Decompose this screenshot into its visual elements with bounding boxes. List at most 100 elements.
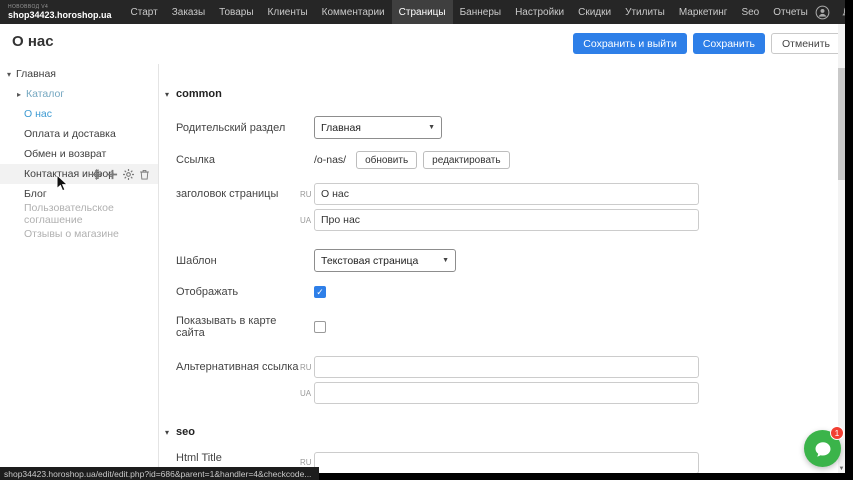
sidebar-item-user-agreement[interactable]: Пользовательское соглашение — [0, 204, 158, 224]
lang-ua-label: UA — [300, 389, 314, 398]
menu-banners[interactable]: Баннеры — [453, 0, 508, 24]
field-label: Альтернативная ссылка — [176, 361, 300, 373]
menu-marketing[interactable]: Маркетинг — [672, 0, 735, 24]
parent-section-select[interactable]: Главная ▼ — [314, 116, 442, 139]
caret-right-icon[interactable]: ▸ — [14, 90, 24, 99]
alt-link-ua-input[interactable] — [314, 382, 699, 404]
sidebar-item-payment-delivery[interactable]: Оплата и доставка — [0, 124, 158, 144]
sidebar-item-actions — [91, 164, 150, 184]
sidebar-item-exchange-return[interactable]: Обмен и возврат — [0, 144, 158, 164]
scrollbar-thumb[interactable] — [838, 68, 845, 180]
sidebar-item-label: Каталог — [26, 88, 64, 100]
section-seo-header[interactable]: ▾ seo — [165, 426, 838, 438]
section-title: common — [176, 88, 222, 100]
link-row: Ссылка /o-nas/ обновить редактировать — [176, 151, 838, 169]
sitemap-row: Показывать в карте сайта — [176, 315, 838, 339]
letterbox-right — [845, 0, 853, 480]
sidebar-item-label: Главная — [16, 68, 56, 80]
chevron-down-icon: ▼ — [428, 124, 435, 131]
lang-ua-label: UA — [300, 216, 314, 225]
brand-domain: shop34423.horoshop.ua — [8, 11, 112, 20]
sidebar-item-label: Отзывы о магазине — [24, 228, 119, 240]
sidebar-item-catalog[interactable]: ▸ Каталог — [0, 84, 158, 104]
sitemap-checkbox[interactable] — [314, 321, 326, 333]
menu-orders[interactable]: Заказы — [165, 0, 212, 24]
select-value: Текстовая страница — [321, 255, 418, 267]
sidebar-item-label: Обмен и возврат — [24, 148, 106, 160]
field-label: Html Title — [176, 452, 300, 464]
chat-bubble-icon — [814, 440, 832, 458]
move-icon[interactable] — [91, 169, 102, 180]
sidebar-item-shop-reviews[interactable]: Отзывы о магазине — [0, 224, 158, 244]
refresh-link-button[interactable]: обновить — [356, 151, 417, 169]
lang-ru-label: RU — [300, 458, 314, 467]
edit-link-button[interactable]: редактировать — [423, 151, 509, 169]
chevron-down-icon: ▼ — [442, 257, 449, 264]
alt-link-ua-row: UA — [176, 382, 838, 404]
gear-icon[interactable] — [123, 169, 134, 180]
lang-ru-label: RU — [300, 363, 314, 372]
menu-products[interactable]: Товары — [212, 0, 260, 24]
display-row: Отображать ✓ — [176, 286, 838, 298]
menu-seo[interactable]: Seo — [734, 0, 766, 24]
menu-reports[interactable]: Отчеты — [766, 0, 815, 24]
page-title-ua-row: UA — [176, 209, 838, 231]
caret-down-icon[interactable]: ▾ — [4, 70, 14, 79]
page-header: О нас Сохранить и выйти Сохранить Отмени… — [0, 24, 853, 64]
vertical-scrollbar[interactable]: ▼ — [838, 24, 845, 473]
sidebar-item-about[interactable]: О нас — [0, 104, 158, 124]
field-label: заголовок страницы — [176, 188, 300, 200]
chat-launcher-button[interactable]: 1 — [804, 430, 841, 467]
menu-comments[interactable]: Комментарии — [315, 0, 392, 24]
section-common-header[interactable]: ▾ common — [165, 88, 838, 100]
add-icon[interactable] — [107, 169, 118, 180]
sidebar-item-home[interactable]: ▾ Главная — [0, 64, 158, 84]
html-title-ru-input[interactable] — [314, 452, 699, 474]
field-label: Ссылка — [176, 154, 300, 166]
brand-logo[interactable]: НОВОВВОД V4 shop34423.horoshop.ua — [0, 5, 124, 20]
chat-unread-badge: 1 — [830, 426, 844, 440]
brand-version-label: НОВОВВОД V4 — [8, 5, 112, 10]
alt-link-ru-row: Альтернативная ссылка RU — [176, 356, 838, 378]
menu-start[interactable]: Старт — [124, 0, 165, 24]
account-icon[interactable] — [815, 5, 830, 20]
menu-clients[interactable]: Клиенты — [261, 0, 315, 24]
lang-ru-label: RU — [300, 190, 314, 199]
pages-tree-sidebar: ▾ Главная ▸ Каталог О нас Оплата и доста… — [0, 64, 158, 473]
topbar: НОВОВВОД V4 shop34423.horoshop.ua Старт … — [0, 0, 853, 24]
sidebar-item-label: Блог — [24, 188, 47, 200]
menu-pages[interactable]: Страницы — [392, 0, 453, 24]
top-menu: Старт Заказы Товары Клиенты Комментарии … — [124, 0, 815, 24]
sidebar-item-contact-info[interactable]: Контактная инфор — [0, 164, 158, 184]
sidebar-item-label: О нас — [24, 108, 52, 120]
section-title: seo — [176, 426, 195, 438]
field-label: Показывать в карте сайта — [176, 315, 300, 339]
save-button[interactable]: Сохранить — [693, 33, 765, 54]
field-label: Родительский раздел — [176, 122, 300, 134]
display-checkbox[interactable]: ✓ — [314, 286, 326, 298]
page-edit-form: ▾ common Родительский раздел Главная ▼ С… — [158, 64, 838, 480]
page-title-ru-input[interactable] — [314, 183, 699, 205]
field-label: Отображать — [176, 286, 300, 298]
menu-settings[interactable]: Настройки — [508, 0, 571, 24]
scrollbar-down-arrow[interactable]: ▼ — [838, 465, 845, 473]
page-title-ru-row: заголовок страницы RU — [176, 183, 838, 205]
field-label: Шаблон — [176, 255, 300, 267]
sidebar-item-label: Пользовательское соглашение — [24, 202, 158, 226]
page-title-ua-input[interactable] — [314, 209, 699, 231]
menu-discounts[interactable]: Скидки — [571, 0, 618, 24]
cancel-button[interactable]: Отменить — [771, 33, 841, 54]
template-select[interactable]: Текстовая страница ▼ — [314, 249, 456, 272]
parent-section-row: Родительский раздел Главная ▼ — [176, 116, 838, 139]
menu-utilities[interactable]: Утилиты — [618, 0, 672, 24]
header-actions: Сохранить и выйти Сохранить Отменить — [573, 33, 841, 54]
status-url-text: shop34423.horoshop.ua/edit/edit.php?id=6… — [4, 469, 311, 479]
template-row: Шаблон Текстовая страница ▼ — [176, 249, 838, 272]
save-and-exit-button[interactable]: Сохранить и выйти — [573, 33, 687, 54]
browser-status-url: shop34423.horoshop.ua/edit/edit.php?id=6… — [0, 467, 319, 480]
sidebar-item-blog[interactable]: Блог — [0, 184, 158, 204]
select-value: Главная — [321, 122, 361, 134]
sidebar-item-label: Оплата и доставка — [24, 128, 116, 140]
delete-icon[interactable] — [139, 169, 150, 180]
alt-link-ru-input[interactable] — [314, 356, 699, 378]
